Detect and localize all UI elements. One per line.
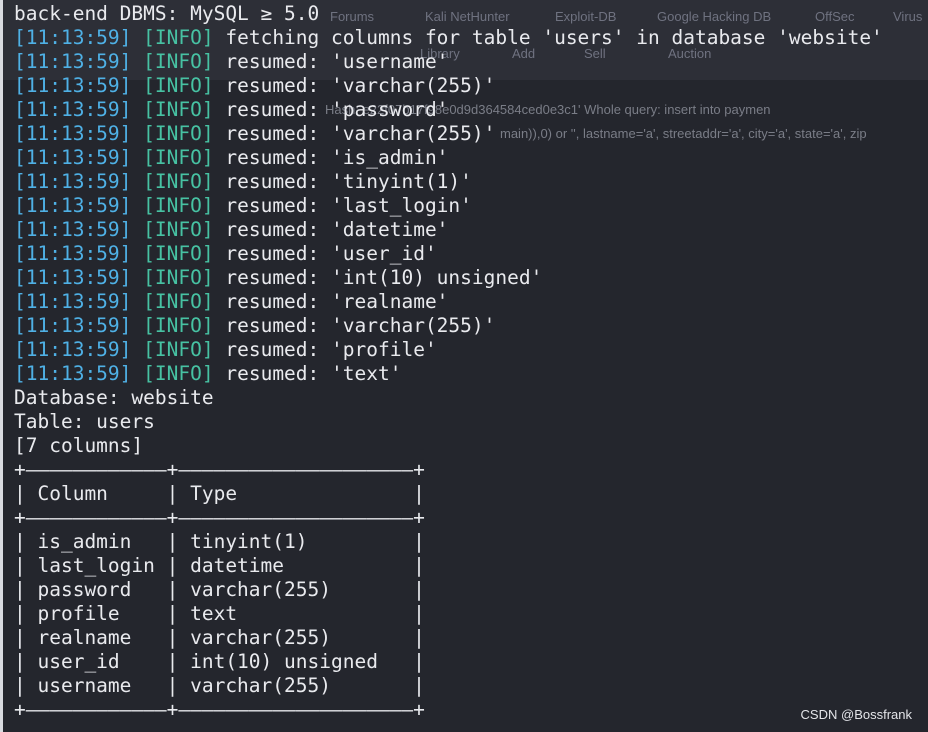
log-level: [INFO] <box>143 218 214 241</box>
table-row: | password | varchar(255) | <box>14 578 425 601</box>
log-lines: [11:13:59] [INFO] fetching columns for t… <box>14 26 928 386</box>
log-line: [11:13:59] [INFO] resumed: 'text' <box>14 362 928 386</box>
log-message: resumed: 'int(10) unsigned' <box>225 266 543 289</box>
log-message: resumed: 'varchar(255)' <box>225 74 496 97</box>
log-level: [INFO] <box>143 266 214 289</box>
log-level: [INFO] <box>143 362 214 385</box>
log-timestamp: [11:13:59] <box>14 362 132 385</box>
log-timestamp: [11:13:59] <box>14 26 132 49</box>
log-line: [11:13:59] [INFO] resumed: 'is_admin' <box>14 146 928 170</box>
log-timestamp: [11:13:59] <box>14 50 132 73</box>
log-line: [11:13:59] [INFO] fetching columns for t… <box>14 26 928 50</box>
table-rows: | is_admin | tinyint(1) | | last_login | … <box>14 530 928 698</box>
log-level: [INFO] <box>143 98 214 121</box>
log-line: [11:13:59] [INFO] resumed: 'varchar(255)… <box>14 122 928 146</box>
log-timestamp: [11:13:59] <box>14 146 132 169</box>
table-row: | is_admin | tinyint(1) | <box>14 530 425 553</box>
log-timestamp: [11:13:59] <box>14 122 132 145</box>
log-level: [INFO] <box>143 146 214 169</box>
watermark: CSDN @Bossfrank <box>800 707 912 722</box>
log-level: [INFO] <box>143 290 214 313</box>
log-timestamp: [11:13:59] <box>14 242 132 265</box>
table-border-top: +————————————+————————————————————+ <box>14 458 425 481</box>
log-message: resumed: 'password' <box>225 98 449 121</box>
log-line: [11:13:59] [INFO] resumed: 'profile' <box>14 338 928 362</box>
log-line: [11:13:59] [INFO] resumed: 'datetime' <box>14 218 928 242</box>
log-timestamp: [11:13:59] <box>14 290 132 313</box>
log-message: resumed: 'varchar(255)' <box>225 314 496 337</box>
log-line: [11:13:59] [INFO] resumed: 'varchar(255)… <box>14 314 928 338</box>
log-message: resumed: 'varchar(255)' <box>225 122 496 145</box>
log-message: resumed: 'is_admin' <box>225 146 449 169</box>
log-level: [INFO] <box>143 50 214 73</box>
log-timestamp: [11:13:59] <box>14 314 132 337</box>
log-message: resumed: 'user_id' <box>225 242 437 265</box>
window-edge <box>0 0 3 732</box>
table-row: | profile | text | <box>14 602 425 625</box>
table-row: | last_login | datetime | <box>14 554 425 577</box>
log-timestamp: [11:13:59] <box>14 98 132 121</box>
log-level: [INFO] <box>143 122 214 145</box>
log-level: [INFO] <box>143 74 214 97</box>
dbms-line: back-end DBMS: MySQL ≥ 5.0 <box>14 2 320 25</box>
log-message: resumed: 'realname' <box>225 290 449 313</box>
log-line: [11:13:59] [INFO] resumed: 'int(10) unsi… <box>14 266 928 290</box>
log-level: [INFO] <box>143 314 214 337</box>
log-message: resumed: 'datetime' <box>225 218 449 241</box>
log-line: [11:13:59] [INFO] resumed: 'tinyint(1)' <box>14 170 928 194</box>
columns-count-line: [7 columns] <box>14 434 144 457</box>
database-line: Database: website <box>14 386 214 409</box>
table-row: | realname | varchar(255) | <box>14 626 425 649</box>
log-message: resumed: 'username' <box>225 50 449 73</box>
table-row: | user_id | int(10) unsigned | <box>14 650 425 673</box>
terminal-output: back-end DBMS: MySQL ≥ 5.0 [11:13:59] [I… <box>14 2 928 722</box>
log-timestamp: [11:13:59] <box>14 170 132 193</box>
log-timestamp: [11:13:59] <box>14 338 132 361</box>
log-timestamp: [11:13:59] <box>14 74 132 97</box>
log-message: resumed: 'profile' <box>225 338 437 361</box>
table-row: | username | varchar(255) | <box>14 674 425 697</box>
log-line: [11:13:59] [INFO] resumed: 'password' <box>14 98 928 122</box>
table-line: Table: users <box>14 410 155 433</box>
log-message: fetching columns for table 'users' in da… <box>225 26 883 49</box>
log-line: [11:13:59] [INFO] resumed: 'varchar(255)… <box>14 74 928 98</box>
table-header: | Column | Type | <box>14 482 425 505</box>
log-line: [11:13:59] [INFO] resumed: 'user_id' <box>14 242 928 266</box>
log-timestamp: [11:13:59] <box>14 194 132 217</box>
log-line: [11:13:59] [INFO] resumed: 'last_login' <box>14 194 928 218</box>
log-message: resumed: 'last_login' <box>225 194 472 217</box>
log-level: [INFO] <box>143 338 214 361</box>
log-level: [INFO] <box>143 26 214 49</box>
log-message: resumed: 'text' <box>225 362 402 385</box>
log-line: [11:13:59] [INFO] resumed: 'realname' <box>14 290 928 314</box>
log-timestamp: [11:13:59] <box>14 218 132 241</box>
log-level: [INFO] <box>143 194 214 217</box>
log-line: [11:13:59] [INFO] resumed: 'username' <box>14 50 928 74</box>
log-timestamp: [11:13:59] <box>14 266 132 289</box>
log-message: resumed: 'tinyint(1)' <box>225 170 472 193</box>
log-level: [INFO] <box>143 242 214 265</box>
log-level: [INFO] <box>143 170 214 193</box>
table-border-bottom: +————————————+————————————————————+ <box>14 698 425 721</box>
table-border-mid: +————————————+————————————————————+ <box>14 506 425 529</box>
